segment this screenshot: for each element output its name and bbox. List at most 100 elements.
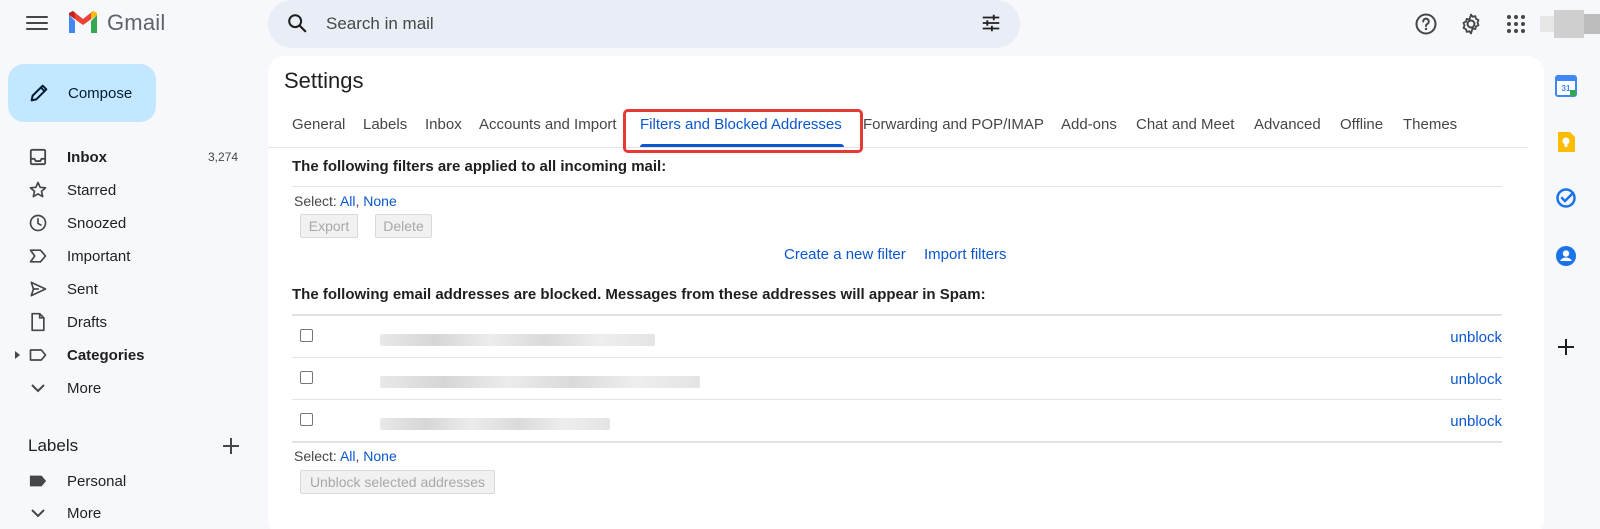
select-none-link[interactable]: None [363,448,396,464]
gmail-m-icon [69,11,97,33]
tab-add-ons[interactable]: Add-ons [1061,116,1117,133]
label-item-personal[interactable]: Personal [0,465,256,497]
nav-item-sent[interactable]: Sent [0,273,256,305]
tab-offline[interactable]: Offline [1340,116,1383,133]
filters-section-title: The following filters are applied to all… [292,158,667,175]
important-icon [28,246,48,266]
tab-advanced[interactable]: Advanced [1254,116,1321,133]
google-apps-icon[interactable] [1502,10,1530,38]
add-app-plus-icon[interactable] [1554,335,1578,359]
settings-tabs: General Labels Inbox Accounts and Import… [268,108,1528,148]
avatar-pixel [1540,16,1554,32]
tab-general[interactable]: General [292,116,345,133]
select-all-link[interactable]: All [340,193,356,209]
search-bar[interactable] [268,0,1020,48]
row-checkbox[interactable] [300,371,313,384]
unblock-selected-button[interactable]: Unblock selected addresses [300,470,495,494]
star-icon [28,180,48,200]
tab-inbox[interactable]: Inbox [425,116,462,133]
unblock-link[interactable]: unblock [1450,371,1502,388]
menu-icon-line [26,16,48,18]
tab-accounts-and-import[interactable]: Accounts and Import [479,116,617,133]
redacted-email [380,376,700,388]
search-icon[interactable] [286,12,308,39]
label-tag-icon [28,345,48,365]
compose-button[interactable]: Compose [8,64,156,122]
contacts-icon[interactable] [1554,244,1578,268]
expand-arrow-icon[interactable] [15,351,20,359]
create-filter-link[interactable]: Create a new filter [784,246,906,263]
add-label-icon[interactable] [221,436,241,461]
tab-chat-and-meet[interactable]: Chat and Meet [1136,116,1234,133]
compose-label: Compose [68,84,133,102]
select-all-link[interactable]: All [340,448,356,464]
table-bottom-border [292,441,1502,443]
avatar-pixel [1554,10,1584,38]
tasks-icon[interactable] [1554,186,1578,210]
label-name: Personal [67,472,127,490]
draft-file-icon [28,312,48,332]
filters-select-row: Select: All, None [294,193,397,209]
nav-item-important[interactable]: Important [0,240,256,272]
nav-label: Drafts [67,313,108,331]
nav-label: Categories [67,346,145,364]
gmail-logo[interactable]: Gmail [67,10,165,36]
unblock-link[interactable]: unblock [1450,329,1502,346]
nav-item-more[interactable]: More [0,372,256,404]
row-checkbox[interactable] [300,329,313,342]
select-prefix: Select: [294,193,337,209]
labels-more[interactable]: More [0,497,256,529]
pencil-icon [30,84,48,102]
help-icon[interactable] [1412,10,1440,38]
blocked-section-title: The following email addresses are blocke… [292,286,986,303]
unblock-link[interactable]: unblock [1450,413,1502,430]
settings-gear-icon[interactable] [1457,10,1485,38]
tab-themes[interactable]: Themes [1403,116,1457,133]
search-options-icon[interactable] [980,12,1002,39]
clock-icon [28,213,48,233]
nav-label: More [67,379,102,397]
chevron-down-icon [28,378,48,398]
select-prefix: Select: [294,448,337,464]
blocked-row: unblock [292,316,1502,358]
tab-labels[interactable]: Labels [363,116,407,133]
row-checkbox[interactable] [300,413,313,426]
main-menu-button[interactable] [26,14,48,32]
svg-text:31: 31 [1562,84,1571,93]
account-avatar[interactable] [1540,10,1600,38]
labels-header: Labels [28,436,79,455]
nav-label: Important [67,247,131,265]
inbox-count: 3,274 [207,150,238,164]
tab-highlight-box [623,109,863,153]
settings-panel: Settings General Labels Inbox Accounts a… [268,56,1544,529]
menu-icon-line [26,28,48,30]
search-input[interactable] [326,8,926,40]
nav-label: Sent [67,280,98,298]
blocked-select-row: Select: All, None [294,448,397,464]
delete-button[interactable]: Delete [375,214,432,238]
label-name: More [67,504,102,522]
nav-label: Snoozed [67,214,127,232]
blocked-row: unblock [292,400,1502,442]
calendar-icon[interactable]: 31 [1554,74,1578,98]
nav-item-inbox[interactable]: Inbox 3,274 [0,141,256,173]
redacted-email [380,334,655,346]
avatar-pixel [1584,14,1600,34]
nav-item-starred[interactable]: Starred [0,174,256,206]
menu-icon-line [26,22,48,24]
nav-item-categories[interactable]: Categories [0,339,256,371]
nav-item-snoozed[interactable]: Snoozed [0,207,256,239]
page-title: Settings [284,68,364,93]
send-icon [28,279,48,299]
select-none-link[interactable]: None [363,193,396,209]
export-button[interactable]: Export [300,214,358,238]
tab-forwarding-and-pop-imap[interactable]: Forwarding and POP/IMAP [863,116,1044,133]
import-filters-link[interactable]: Import filters [924,246,1007,263]
chevron-down-icon [28,503,48,523]
blocked-row: unblock [292,358,1502,400]
nav-label: Starred [67,181,117,199]
keep-icon[interactable] [1554,130,1578,154]
app-name: Gmail [107,10,166,35]
nav-item-drafts[interactable]: Drafts [0,306,256,338]
label-filled-icon [28,471,48,491]
